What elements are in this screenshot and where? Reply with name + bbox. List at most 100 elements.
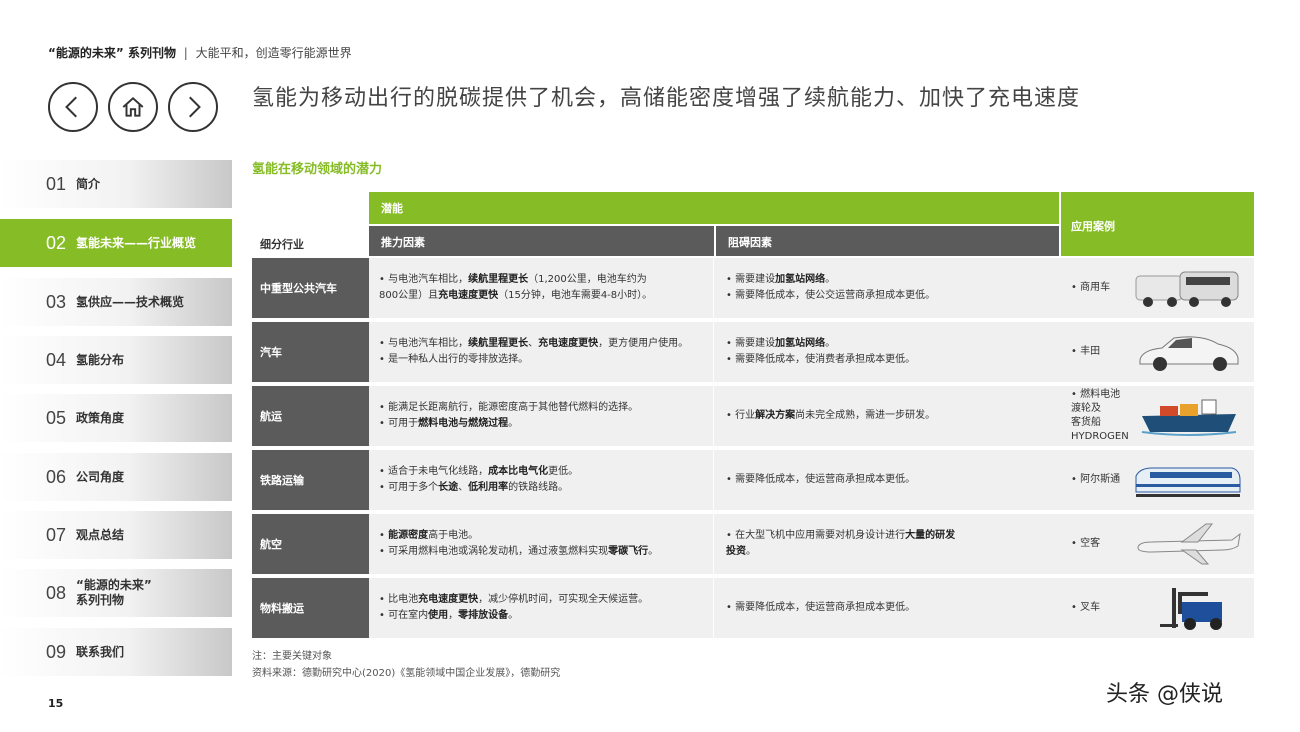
barrier-line: • 在大型飞机中应用需要对机身设计进行大量的研发 — [726, 530, 956, 541]
barrier-line: 投资。 — [726, 546, 756, 557]
table-row: 中重型公共汽车 • 与电池汽车相比，续航里程更长（1,200公里，电池车约为 8… — [252, 258, 1254, 318]
driver-line: • 可采用燃料电池或涡轮发动机，通过液氢燃料实现零碳飞行。 — [379, 546, 659, 557]
driver-cell: • 与电池汽车相比，续航里程更长（1,200公里，电池车约为 800公里）且充电… — [369, 258, 714, 318]
driver-column-header: 推力因素 — [369, 226, 714, 256]
driver-cell: • 适合于未电气化线路，成本比电气化更低。 • 可用于多个长途、低利用率的铁路线… — [369, 450, 714, 510]
driver-line: • 与电池汽车相比，续航里程更长（1,200公里，电池车约为 — [379, 274, 647, 285]
series-title: “能源的未来” 系列刊物 — [48, 46, 176, 60]
page-title: 氢能为移动出行的脱碳提供了机会，高储能密度增强了续航能力、加快了充电速度 — [252, 86, 1081, 111]
sidebar-item-number: 06 — [46, 466, 67, 487]
barrier-cell: • 行业解决方案尚未完全成熟，需进一步研发。 — [716, 386, 1061, 446]
driver-line: • 能满足长距离航行，能源密度高于其他替代燃料的选择。 — [379, 402, 639, 413]
driver-line: • 比电池充电速度更快，减少停机时间，可实现全天候运营。 — [379, 594, 649, 605]
potential-table: 细分行业 潜能 推力因素 阻碍因素 应用案例 中重型公共汽车 • 与电池汽车相比… — [252, 192, 1254, 638]
segment-cell: 铁路运输 — [252, 450, 369, 510]
sidebar-item-label: 氢能分布 — [76, 352, 125, 367]
sidebar-item-hydrogen-supply[interactable]: 03 氢供应——技术概览 — [0, 278, 232, 326]
sidebar-item-label: 简介 — [76, 176, 101, 191]
barrier-cell: • 需要降低成本，使运营商承担成本更低。 — [716, 450, 1061, 510]
sidebar-item-label: 氢供应——技术概览 — [76, 294, 185, 309]
train-icon — [1135, 467, 1241, 497]
driver-line: • 能源密度高于电池。 — [379, 530, 479, 541]
back-button[interactable] — [48, 82, 98, 132]
sidebar-item-hydrogen-future[interactable]: 02 氢能未来——行业概览 — [0, 219, 232, 267]
sidebar-item-number: 07 — [46, 524, 67, 545]
sidebar-item-number: 05 — [46, 407, 67, 428]
table-row: 航运 • 能满足长距离航行，能源密度高于其他替代燃料的选择。 • 可用于燃料电池… — [252, 386, 1254, 446]
example-column-header: 应用案例 — [1061, 192, 1254, 256]
sidebar-item-number: 04 — [46, 349, 67, 370]
page-number: 15 — [48, 697, 64, 710]
driver-cell: • 能满足长距离航行，能源密度高于其他替代燃料的选择。 • 可用于燃料电池与燃烧… — [369, 386, 714, 446]
forklift-icon — [1160, 588, 1222, 630]
barrier-line: • 需要建设加氢站网络。 — [726, 338, 836, 349]
forward-button[interactable] — [168, 82, 218, 132]
sidebar-item-number: 09 — [46, 641, 67, 662]
barrier-line: • 需要降低成本，使公交运营商承担成本更低。 — [726, 290, 936, 301]
sidebar-item-label: 观点总结 — [76, 527, 125, 542]
segment-cell: 航空 — [252, 514, 369, 574]
driver-line: • 可在室内使用，零排放设备。 — [379, 610, 519, 621]
driver-line: • 适合于未电气化线路，成本比电气化更低。 — [379, 466, 579, 477]
header-separator: | — [183, 46, 188, 60]
segment-cell: 中重型公共汽车 — [252, 258, 369, 318]
barrier-line: • 需要降低成本，使消费者承担成本更低。 — [726, 354, 916, 365]
driver-line: • 是一种私人出行的零排放选择。 — [379, 354, 529, 365]
sidebar-item-label: 氢能未来——行业概览 — [76, 235, 197, 250]
car-icon — [1139, 336, 1239, 371]
table-row: 物料搬运 • 比电池充电速度更快，减少停机时间，可实现全天候运营。 • 可在室内… — [252, 578, 1254, 638]
driver-cell: • 比电池充电速度更快，减少停机时间，可实现全天候运营。 • 可在室内使用，零排… — [369, 578, 714, 638]
sidebar-item-number: 02 — [46, 232, 67, 253]
sidebar-item-label: “能源的未来” 系列刊物 — [76, 578, 152, 607]
chevron-right-icon — [189, 96, 201, 118]
barrier-line: • 需要降低成本，使运营商承担成本更低。 — [726, 602, 916, 613]
barrier-cell: • 需要建设加氢站网络。 • 需要降低成本，使消费者承担成本更低。 — [716, 322, 1061, 382]
driver-cell: • 与电池汽车相比，续航里程更长、充电速度更快，更方便用户使用。 • 是一种私人… — [369, 322, 714, 382]
barrier-line: • 需要建设加氢站网络。 — [726, 274, 836, 285]
sidebar-item-company[interactable]: 06 公司角度 — [0, 453, 232, 501]
driver-line: • 与电池汽车相比，续航里程更长、充电速度更快，更方便用户使用。 — [379, 338, 689, 349]
driver-line: 800公里）且充电速度更快（15分钟，电池车需要4-8小时）。 — [379, 290, 653, 301]
barrier-cell: • 在大型飞机中应用需要对机身设计进行大量的研发 投资。 — [716, 514, 1061, 574]
table-row: 航空 • 能源密度高于电池。 • 可采用燃料电池或涡轮发动机，通过液氢燃料实现零… — [252, 514, 1254, 574]
segment-column-header: 细分行业 — [260, 238, 304, 251]
barrier-cell: • 需要降低成本，使运营商承担成本更低。 — [716, 578, 1061, 638]
segment-cell: 汽车 — [252, 322, 369, 382]
series-subtitle: 大能平和，创造零行能源世界 — [195, 46, 352, 60]
sidebar-item-policy[interactable]: 05 政策角度 — [0, 394, 232, 442]
section-subheading: 氢能在移动领域的潜力 — [252, 162, 383, 177]
potential-group-header: 潜能 — [369, 192, 1059, 224]
sidebar-item-label: 公司角度 — [76, 469, 125, 484]
table-row: 汽车 • 与电池汽车相比，续航里程更长、充电速度更快，更方便用户使用。 • 是一… — [252, 322, 1254, 382]
driver-line: • 可用于多个长途、低利用率的铁路线路。 — [379, 482, 569, 493]
segment-cell: 航运 — [252, 386, 369, 446]
sidebar-item-intro[interactable]: 01 简介 — [0, 160, 232, 208]
airplane-icon — [1137, 523, 1241, 565]
sidebar-item-distribution[interactable]: 04 氢能分布 — [0, 336, 232, 384]
sidebar-item-contact[interactable]: 09 联系我们 — [0, 628, 232, 676]
segment-cell: 物料搬运 — [252, 578, 369, 638]
sidebar-item-series[interactable]: 08 “能源的未来” 系列刊物 — [0, 569, 232, 617]
driver-line: • 可用于燃料电池与燃烧过程。 — [379, 418, 519, 429]
source-note: 资料来源：德勤研究中心(2020)《氢能领域中国企业发展》，德勤研究 — [252, 668, 561, 679]
sidebar-item-label: 联系我们 — [76, 644, 125, 659]
sidebar-item-number: 01 — [46, 173, 67, 194]
watermark: 头条 @侠说 — [1106, 682, 1223, 707]
driver-cell: • 能源密度高于电池。 • 可采用燃料电池或涡轮发动机，通过液氢燃料实现零碳飞行… — [369, 514, 714, 574]
barrier-cell: • 需要建设加氢站网络。 • 需要降低成本，使公交运营商承担成本更低。 — [716, 258, 1061, 318]
barrier-line: • 需要降低成本，使运营商承担成本更低。 — [726, 474, 916, 485]
bus-truck-icon — [1135, 271, 1239, 307]
sidebar-item-summary[interactable]: 07 观点总结 — [0, 511, 232, 559]
series-header: “能源的未来” 系列刊物 | 大能平和，创造零行能源世界 — [48, 44, 352, 61]
home-button[interactable] — [108, 82, 158, 132]
barrier-column-header: 阻碍因素 — [716, 226, 1059, 256]
table-row: 铁路运输 • 适合于未电气化线路，成本比电气化更低。 • 可用于多个长途、低利用… — [252, 450, 1254, 510]
home-icon — [122, 97, 144, 117]
sidebar-item-label: 政策角度 — [76, 410, 125, 425]
chevron-left-icon — [65, 96, 77, 118]
sidebar-item-number: 03 — [46, 291, 67, 312]
sidebar-item-number: 08 — [46, 582, 67, 603]
barrier-line: • 行业解决方案尚未完全成熟，需进一步研发。 — [726, 410, 936, 421]
table-note: 注：主要关键对象 — [252, 651, 332, 662]
ship-icon — [1141, 399, 1237, 436]
